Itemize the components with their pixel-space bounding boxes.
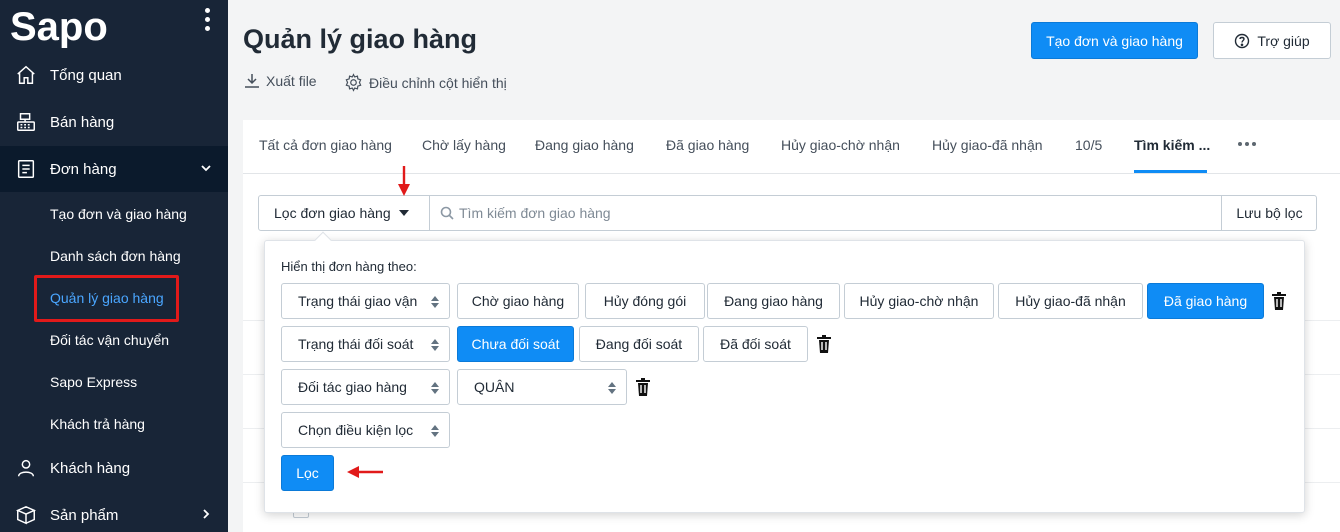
annotation-arrow-left (347, 466, 383, 478)
filter-bar: Lọc đơn giao hàng Lưu bộ lọc (258, 195, 1317, 231)
chip-reconciling[interactable]: Đang đối soát (579, 326, 699, 362)
tab-search[interactable]: Tìm kiếm ... (1134, 137, 1210, 153)
active-tab-indicator (1134, 170, 1207, 173)
chip-reconciled[interactable]: Đã đối soát (703, 326, 808, 362)
chip-in-delivery[interactable]: Đang giao hàng (707, 283, 840, 319)
tab-all-shipments[interactable]: Tất cả đơn giao hàng (259, 137, 392, 153)
annotation-arrow-down (398, 166, 410, 196)
export-file-button[interactable]: Xuất file (244, 73, 317, 89)
chevron-right-icon[interactable] (198, 506, 214, 522)
sidebar-item-label: Khách hàng (50, 459, 131, 477)
condition-select-shipping-status[interactable]: Trạng thái giao vận (281, 283, 450, 319)
adjust-columns-button[interactable]: Điều chỉnh cột hiển thị (344, 73, 507, 92)
chip-cancel-awaiting-receipt[interactable]: Hủy giao-chờ nhận (844, 283, 994, 319)
sidebar-subitem-carriers[interactable]: Đối tác vận chuyển (50, 332, 169, 348)
gear-icon (345, 73, 362, 92)
cash-register-icon (14, 110, 38, 134)
tab-delivered[interactable]: Đã giao hàng (666, 137, 749, 153)
create-order-button[interactable]: Tạo đơn và giao hàng (1031, 22, 1198, 59)
sidebar-item-overview[interactable]: Tổng quan (0, 52, 228, 98)
select-value: Chọn điều kiện lọc (298, 422, 414, 438)
sidebar-subitem-sapo-express[interactable]: Sapo Express (50, 374, 137, 390)
chevron-down-icon[interactable] (198, 160, 214, 176)
condition-select-reconciliation-status[interactable]: Trạng thái đối soát (281, 326, 450, 362)
sidebar-subitem-returns[interactable]: Khách trả hàng (50, 416, 145, 432)
svg-text:Sapo: Sapo (10, 5, 108, 48)
filter-dropdown: Hiển thị đơn hàng theo: Trạng thái giao … (264, 231, 1305, 513)
user-icon (14, 456, 38, 480)
select-value: Đối tác giao hàng (298, 379, 407, 395)
more-horizontal-icon[interactable] (1238, 142, 1256, 148)
chip-delivered[interactable]: Đã giao hàng (1147, 283, 1264, 319)
sort-updown-icon (431, 296, 439, 308)
sidebar-subitem-create-order[interactable]: Tạo đơn và giao hàng (50, 206, 187, 222)
sidebar-item-sales[interactable]: Bán hàng (0, 99, 228, 145)
sidebar: Sapo Tổng quan Bán hàng Đơn hàng Tạo đơn… (0, 0, 228, 532)
sidebar-item-label: Bán hàng (50, 113, 115, 131)
trash-icon[interactable] (1271, 292, 1287, 310)
apply-filter-button[interactable]: Lọc (281, 455, 334, 491)
sidebar-item-orders[interactable]: Đơn hàng (0, 146, 228, 192)
filter-shipments-button[interactable]: Lọc đơn giao hàng (259, 196, 430, 230)
sidebar-item-label: Đơn hàng (50, 160, 117, 178)
condition-select-carrier[interactable]: Đối tác giao hàng (281, 369, 450, 405)
caret-down-icon (398, 210, 409, 216)
download-icon (245, 74, 259, 88)
select-value: Trạng thái giao vận (298, 293, 418, 309)
carrier-value-select[interactable]: QUÂN (457, 369, 627, 405)
sidebar-item-label: Tổng quan (50, 66, 122, 84)
sort-updown-icon (431, 425, 439, 437)
tab-awaiting-pickup[interactable]: Chờ lấy hàng (422, 137, 506, 153)
filter-button-label: Lọc đơn giao hàng (274, 205, 391, 221)
tab-in-delivery[interactable]: Đang giao hàng (535, 137, 634, 153)
sort-updown-icon (431, 382, 439, 394)
adjust-columns-label: Điều chỉnh cột hiển thị (369, 74, 507, 91)
sort-updown-icon (431, 339, 439, 351)
condition-select-add[interactable]: Chọn điều kiện lọc (281, 412, 450, 448)
question-circle-icon (1235, 33, 1250, 48)
home-icon (14, 63, 38, 87)
help-button[interactable]: Trợ giúp (1213, 22, 1331, 59)
sidebar-subitem-order-list[interactable]: Danh sách đơn hàng (50, 248, 181, 264)
save-filter-button[interactable]: Lưu bộ lọc (1221, 196, 1317, 230)
sidebar-item-label: Sản phẩm (50, 506, 119, 524)
chip-awaiting-delivery[interactable]: Chờ giao hàng (457, 283, 579, 319)
help-label: Trợ giúp (1257, 32, 1310, 49)
highlight-box-annotation (34, 275, 179, 322)
select-value: Trạng thái đối soát (298, 336, 414, 352)
box-icon (14, 503, 38, 527)
select-value: QUÂN (474, 379, 515, 395)
dropdown-heading: Hiển thị đơn hàng theo: (281, 259, 417, 274)
sidebar-item-products[interactable]: Sản phẩm (0, 492, 228, 532)
sidebar-item-customers[interactable]: Khách hàng (0, 445, 228, 491)
more-vertical-icon[interactable] (199, 8, 215, 36)
tab-cancel-received[interactable]: Hủy giao-đã nhận (932, 137, 1043, 153)
chip-cancel-received[interactable]: Hủy giao-đã nhận (998, 283, 1143, 319)
export-file-label: Xuất file (266, 73, 317, 89)
page-title: Quản lý giao hàng (243, 24, 478, 54)
order-icon (14, 157, 38, 181)
chip-not-reconciled[interactable]: Chưa đối soát (457, 326, 574, 362)
sort-updown-icon (608, 382, 616, 394)
trash-icon[interactable] (635, 378, 651, 396)
search-icon (440, 206, 454, 220)
chip-cancel-packing[interactable]: Hủy đóng gói (585, 283, 705, 319)
search-input[interactable] (459, 197, 1219, 229)
tab-10-5[interactable]: 10/5 (1075, 137, 1102, 153)
trash-icon[interactable] (816, 335, 832, 353)
tab-cancel-awaiting-receipt[interactable]: Hủy giao-chờ nhận (781, 137, 900, 153)
sapo-logo[interactable]: Sapo (8, 4, 158, 48)
